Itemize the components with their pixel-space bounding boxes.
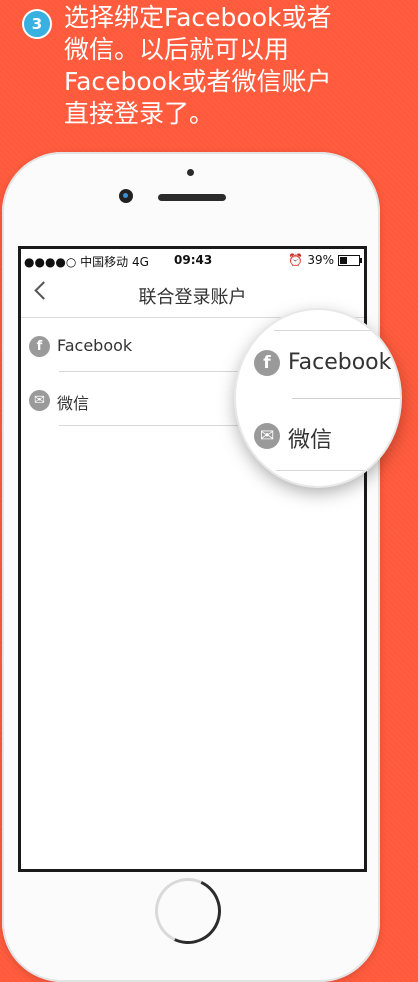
facebook-icon: f <box>29 336 50 357</box>
step-number-badge: 3 <box>22 9 52 39</box>
alarm-icon: ⏰ <box>288 253 304 267</box>
page-title: 联合登录账户 <box>138 287 247 308</box>
magnified-facebook-label: Facebook <box>288 350 392 375</box>
status-bar: ●●●●○ 中国移动 4G 09:43 ⏰ 39% <box>21 249 364 271</box>
instruction-text: 选择绑定Facebook或者微信。以后就可以用Facebook或者微信账户直接登… <box>64 3 332 128</box>
wechat-icon: ✉ <box>254 423 280 449</box>
earpiece-speaker <box>158 194 226 201</box>
account-label: 微信 <box>57 394 90 413</box>
phone-frame: ●●●●○ 中国移动 4G 09:43 ⏰ 39% 联合登录账户 f Faceb… <box>2 152 380 982</box>
divider <box>274 330 400 331</box>
magnified-wechat-label: 微信 <box>288 428 333 453</box>
proximity-sensor <box>187 169 194 176</box>
battery-icon <box>338 254 362 266</box>
front-camera-icon <box>119 189 133 203</box>
magnifier-callout: f Facebook ✉ 微信 <box>236 310 400 486</box>
divider <box>292 398 400 399</box>
facebook-icon: f <box>254 350 280 376</box>
battery-percent: 39% <box>307 253 334 267</box>
divider <box>276 470 400 471</box>
carrier-signal: ●●●●○ 中国移动 4G <box>24 255 149 269</box>
status-time: 09:43 <box>174 253 213 267</box>
wechat-icon: ✉ <box>29 390 50 411</box>
home-button[interactable] <box>145 868 231 954</box>
account-label: Facebook <box>57 336 133 355</box>
status-right: ⏰ 39% <box>288 253 362 267</box>
